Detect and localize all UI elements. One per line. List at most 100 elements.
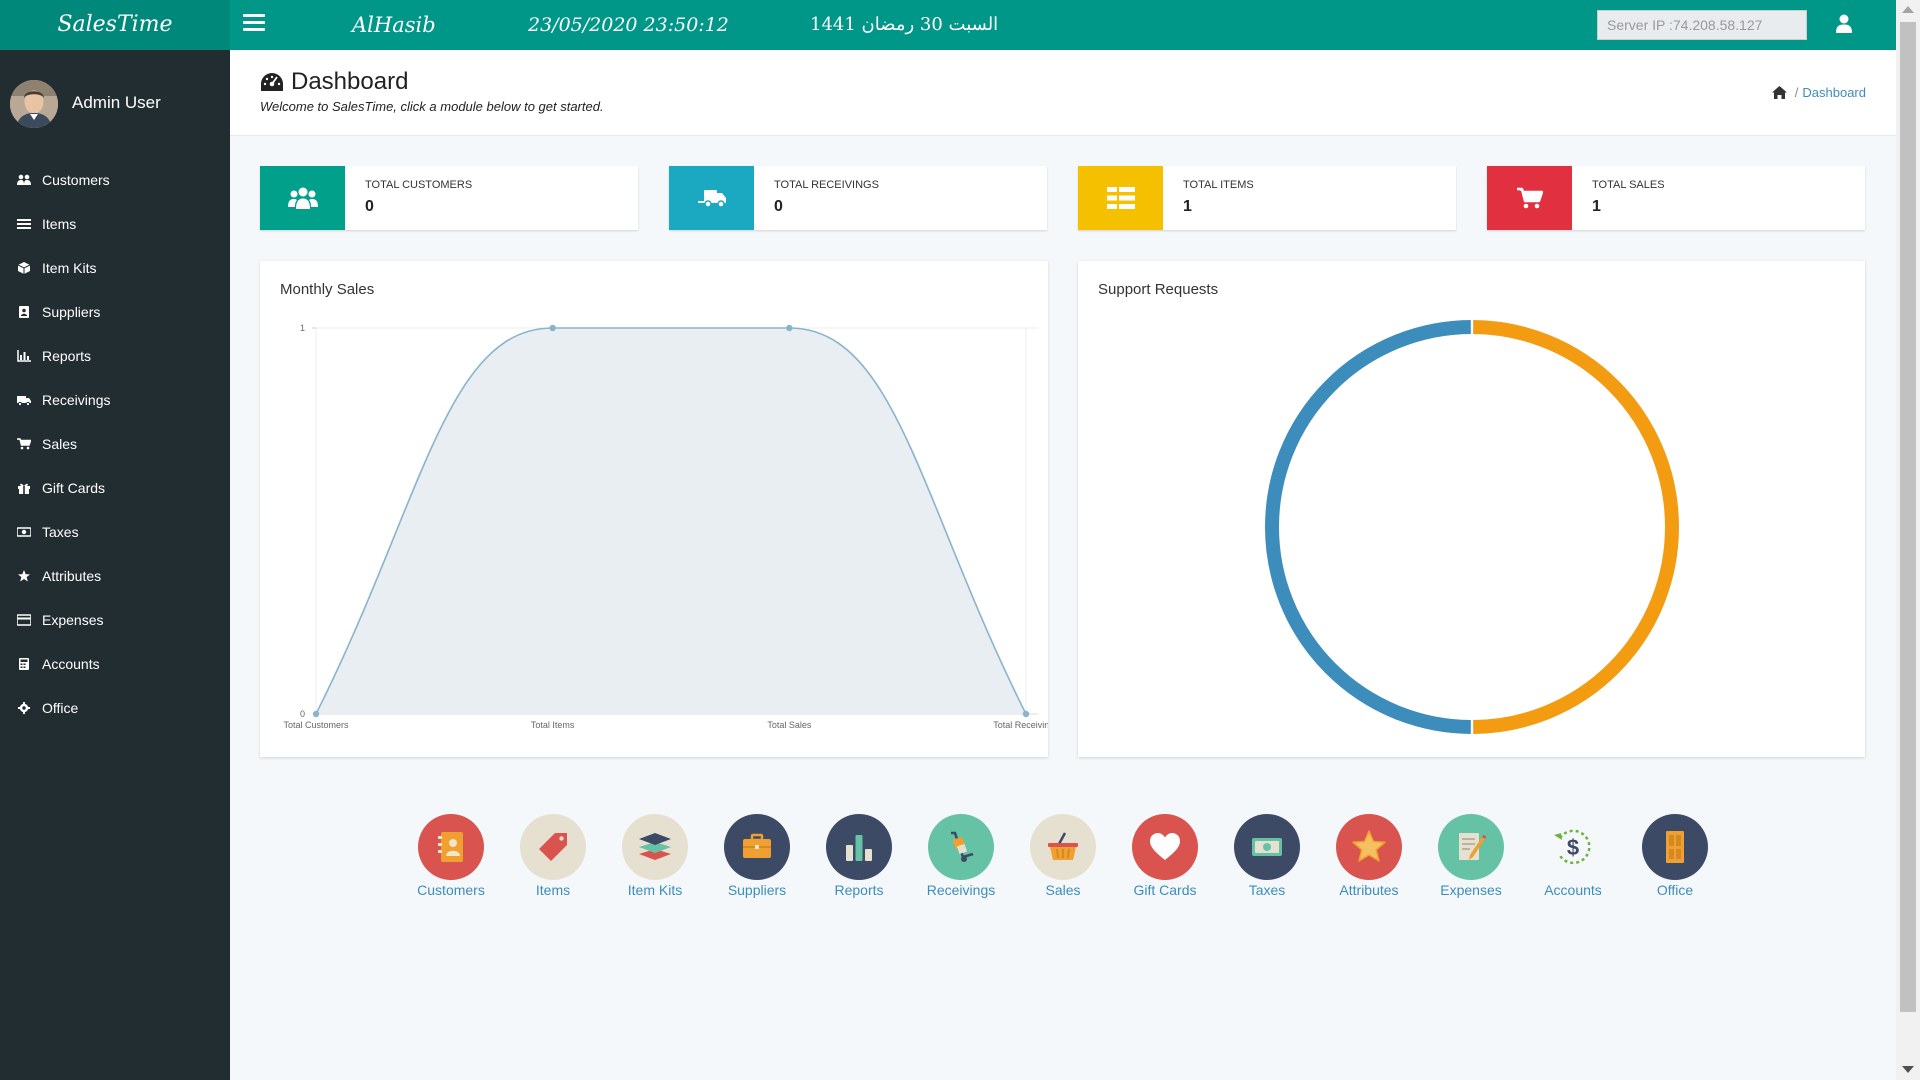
scroll-thumb[interactable]	[1900, 22, 1916, 1012]
star-icon	[18, 570, 30, 582]
data-point[interactable]	[786, 324, 793, 332]
sidebar-item-accounts[interactable]: Accounts	[0, 642, 230, 686]
x-tick-label: Total Items	[531, 720, 575, 730]
page-title-text: Dashboard	[291, 68, 409, 95]
support-requests-chart	[1265, 320, 1679, 734]
avatar	[10, 80, 58, 128]
sidebar-item-suppliers[interactable]: Suppliers	[0, 290, 230, 334]
sidebar-username: Admin User	[72, 93, 161, 112]
tag-icon	[539, 833, 567, 861]
cart-icon	[17, 438, 31, 450]
module-receivings[interactable]: Receivings	[911, 814, 1011, 900]
breadcrumb-current[interactable]: Dashboard	[1802, 85, 1866, 100]
home-icon[interactable]	[1771, 86, 1787, 99]
truck-icon	[697, 190, 726, 208]
monthly-sales-chart: 1 0Total Customers Total Items Total Sales T…	[283, 323, 1048, 730]
stat-label: TOTAL CUSTOMERS	[365, 179, 473, 191]
server-ip-field: Server IP :74.208.58.127	[1597, 10, 1807, 40]
page-scrollbar[interactable]	[1896, 0, 1920, 1080]
calculator-icon	[19, 658, 29, 670]
pie-slice[interactable]	[1473, 320, 1679, 734]
module-items[interactable]: Items	[503, 814, 603, 900]
menu-toggle-icon[interactable]	[243, 14, 265, 36]
module-item-kits[interactable]: Item Kits	[605, 814, 705, 900]
brand-logo[interactable]: SalesTime	[0, 0, 230, 50]
stat-value: 1	[1592, 198, 1601, 215]
area-fill	[316, 328, 1026, 714]
module-office[interactable]: Office	[1625, 814, 1725, 900]
sidebar-item-label: Accounts	[42, 656, 100, 672]
module-accounts[interactable]: $ Accounts	[1523, 814, 1623, 900]
module-label: Suppliers	[727, 882, 787, 898]
stat-total-receivings[interactable]: TOTAL RECEIVINGS 0	[669, 166, 1047, 230]
data-point[interactable]	[312, 710, 320, 718]
money-icon	[17, 527, 31, 537]
sidebar-item-receivings[interactable]: Receivings	[0, 378, 230, 422]
sidebar-item-office[interactable]: Office	[0, 686, 230, 730]
stat-total-customers[interactable]: TOTAL CUSTOMERS 0	[260, 166, 638, 230]
module-icon-circle	[1132, 814, 1198, 880]
page-title: Dashboard	[260, 68, 408, 96]
sidebar-item-attributes[interactable]: Attributes	[0, 554, 230, 598]
module-expenses[interactable]: Expenses	[1421, 814, 1521, 900]
stat-value: 1	[1183, 198, 1192, 215]
gift-icon	[18, 483, 30, 494]
sidebar-item-taxes[interactable]: Taxes	[0, 510, 230, 554]
module-icon-circle	[520, 814, 586, 880]
data-point[interactable]	[549, 324, 556, 332]
module-sales[interactable]: Sales	[1013, 814, 1113, 900]
page-subtitle: Welcome to SalesTime, click a module bel…	[260, 99, 604, 114]
bar-chart-icon	[846, 835, 872, 861]
module-icon-circle	[1438, 814, 1504, 880]
dashboard-icon	[261, 73, 283, 91]
support-requests-panel: Support Requests	[1078, 261, 1865, 757]
y-tick-label: 0	[300, 709, 305, 719]
module-taxes[interactable]: Taxes	[1217, 814, 1317, 900]
sidebar-item-label: Attributes	[42, 568, 102, 584]
module-label: Receivings	[926, 882, 996, 898]
users-icon	[17, 174, 31, 185]
monthly-sales-panel: Monthly Sales 1 0 Total Customers Total Ite…	[260, 261, 1048, 757]
content-header: Dashboard Welcome to SalesTime, click a …	[230, 50, 1896, 136]
sidebar-nav: Customers Items Item Kits Suppliers Repo…	[0, 158, 230, 730]
module-customers[interactable]: Customers	[401, 814, 501, 900]
cart-icon	[1516, 187, 1543, 209]
scroll-down-icon[interactable]	[1902, 1066, 1914, 1073]
module-suppliers[interactable]: Suppliers	[707, 814, 807, 900]
sidebar-item-customers[interactable]: Customers	[0, 158, 230, 202]
sidebar-item-label: Suppliers	[42, 304, 101, 320]
sidebar-item-items[interactable]: Items	[0, 202, 230, 246]
stat-label: TOTAL ITEMS	[1183, 179, 1254, 191]
stat-total-items[interactable]: TOTAL ITEMS 1	[1078, 166, 1456, 230]
sidebar-item-sales[interactable]: Sales	[0, 422, 230, 466]
user-icon[interactable]	[1836, 14, 1852, 34]
module-label: Office	[1656, 882, 1694, 898]
module-icon-circle	[1030, 814, 1096, 880]
module-attributes[interactable]: Attributes	[1319, 814, 1419, 900]
sidebar-item-reports[interactable]: Reports	[0, 334, 230, 378]
pie-slice[interactable]	[1265, 320, 1471, 734]
module-icon-circle	[1336, 814, 1402, 880]
stat-total-sales[interactable]: TOTAL SALES 1	[1487, 166, 1865, 230]
sidebar-item-item-kits[interactable]: Item Kits	[0, 246, 230, 290]
x-tick-label: Total Customers	[283, 720, 349, 730]
pencil-document-icon	[1459, 833, 1487, 860]
dollar-refresh-icon: $	[1554, 829, 1591, 865]
heart-icon	[1150, 833, 1180, 860]
sidebar-item-label: Reports	[42, 348, 92, 364]
module-gift-cards[interactable]: Gift Cards	[1115, 814, 1215, 900]
basket-icon	[1048, 832, 1078, 860]
scroll-up-icon[interactable]	[1902, 6, 1914, 13]
module-label: Accounts	[1544, 882, 1602, 898]
stat-icon-box	[1487, 166, 1572, 230]
sidebar-item-label: Office	[42, 700, 79, 716]
banknote-icon	[1252, 838, 1282, 856]
stat-label: TOTAL SALES	[1592, 179, 1665, 191]
module-reports[interactable]: Reports	[809, 814, 909, 900]
sidebar-item-expenses[interactable]: Expenses	[0, 598, 230, 642]
sidebar-item-gift-cards[interactable]: Gift Cards	[0, 466, 230, 510]
hand-truck-icon	[951, 831, 974, 862]
data-point[interactable]	[1022, 710, 1030, 718]
briefcase-icon	[743, 833, 771, 858]
sidebar-item-label: Sales	[42, 436, 78, 452]
